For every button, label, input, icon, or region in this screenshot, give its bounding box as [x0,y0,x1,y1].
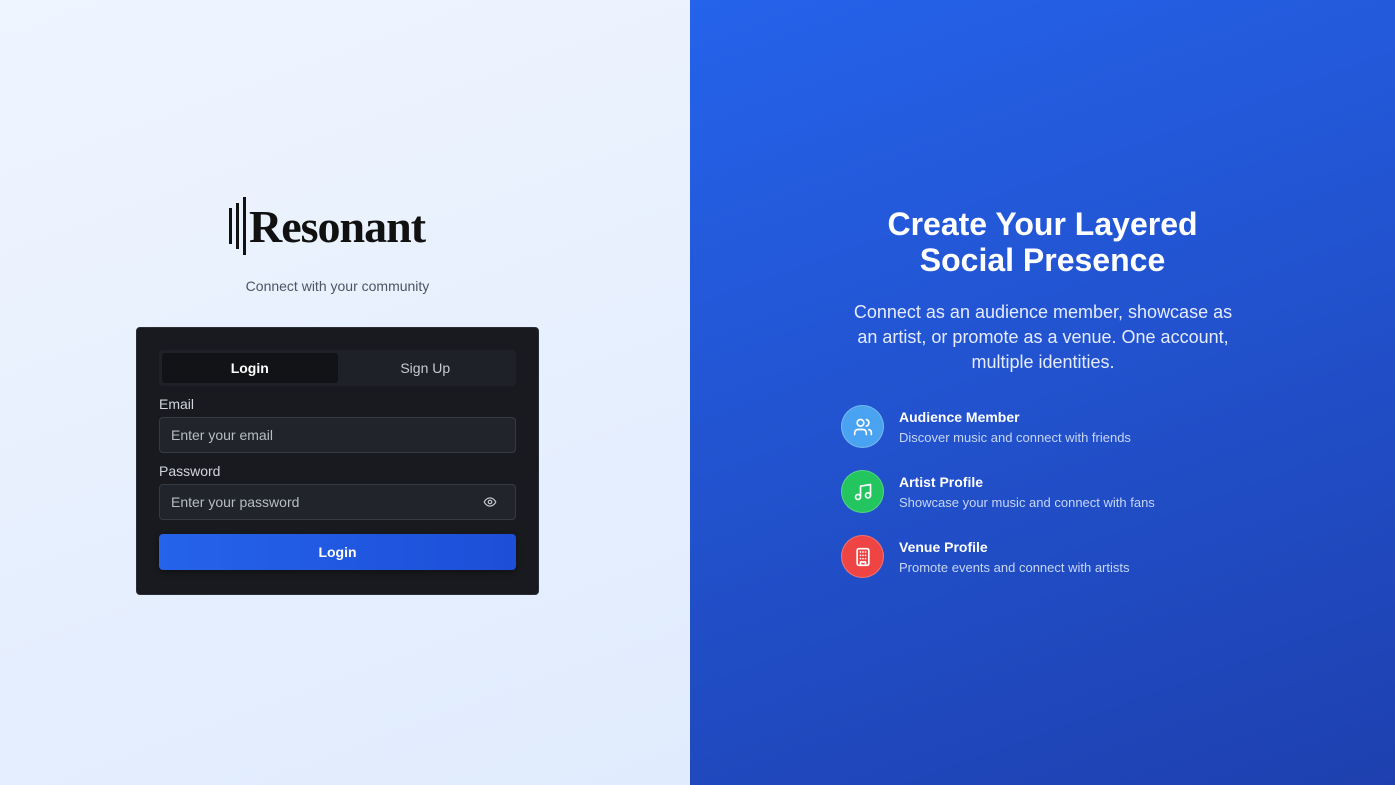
logo-wordmark: Resonant [249,200,426,252]
password-field[interactable] [171,494,482,510]
tab-sign-up[interactable]: Sign Up [338,353,514,383]
feature-description: Promote events and connect with artists [899,559,1130,575]
feature-title: Audience Member [899,408,1020,425]
auth-panel: Resonant Connect with your community Log… [0,0,690,785]
music-note-icon [841,470,884,513]
tab-login[interactable]: Login [162,353,338,383]
feature-description: Showcase your music and connect with fan… [899,494,1155,510]
feature-list: Audience Member Discover music and conne… [841,405,1155,600]
tagline: Connect with your community [245,278,430,294]
feature-venue: Venue Profile Promote events and connect… [841,535,1155,578]
email-label: Email [159,396,195,412]
email-field[interactable] [171,427,504,443]
promo-subheadline: Connect as an audience member, showcase … [853,302,1233,372]
promo-panel: Create Your Layered Social Presence Conn… [690,0,1395,785]
login-button[interactable]: Login [159,534,516,570]
auth-card: Login Sign Up Email Password Login [136,327,539,595]
users-icon [841,405,884,448]
password-label: Password [159,463,221,479]
password-field-wrapper [159,484,516,520]
eye-icon[interactable] [482,494,498,510]
feature-title: Artist Profile [899,473,984,490]
email-field-wrapper [159,417,516,453]
auth-tabs: Login Sign Up [159,350,516,386]
promo-headline-line1: Create Your Layered [887,206,1198,242]
feature-audience: Audience Member Discover music and conne… [841,405,1155,448]
feature-description: Discover music and connect with friends [899,429,1131,445]
resonant-logo: Resonant [229,193,449,259]
logo-mark-icon [229,197,246,255]
promo-headline-line2: Social Presence [919,242,1166,278]
feature-artist: Artist Profile Showcase your music and c… [841,470,1155,513]
building-icon [841,535,884,578]
feature-title: Venue Profile [899,538,988,555]
promo-headline: Create Your Layered Social Presence [690,206,1395,278]
